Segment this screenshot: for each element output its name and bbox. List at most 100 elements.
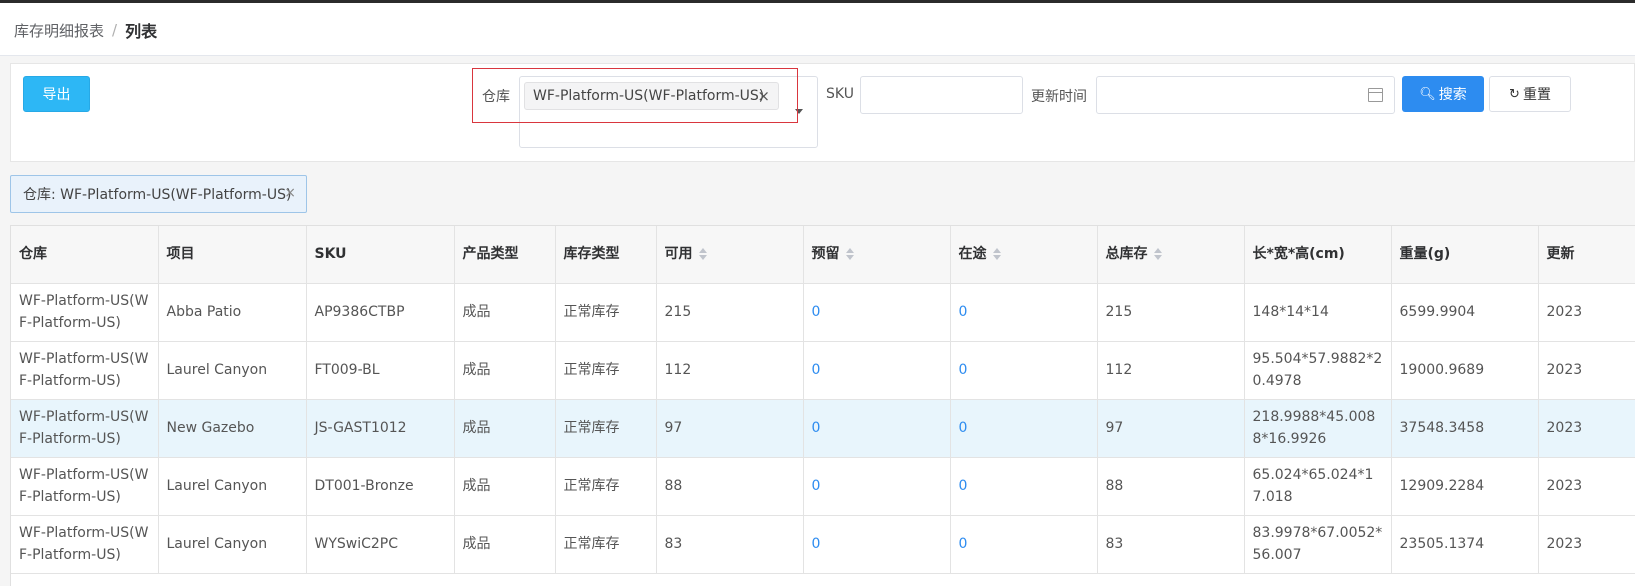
- cell-reserved-link[interactable]: 0: [803, 457, 951, 516]
- sort-icon[interactable]: [1153, 248, 1162, 261]
- column-header: 重量(g): [1391, 226, 1539, 284]
- column-header: 长*宽*高(cm): [1244, 226, 1392, 284]
- column-header: SKU: [306, 226, 455, 284]
- cell-sku: JS-GAST1012: [306, 399, 455, 458]
- cell-reserved-link[interactable]: 0: [803, 341, 951, 400]
- cell-total-stock: 97: [1097, 399, 1245, 458]
- window-top-border: [0, 0, 1635, 3]
- column-header: 库存类型: [555, 226, 657, 284]
- cell-in-transit-link[interactable]: 0: [950, 515, 1098, 574]
- column-header: 仓库: [11, 226, 159, 284]
- cell-warehouse: WF-Platform-US(WF-Platform-US): [11, 457, 159, 516]
- cell-weight: 23505.1374: [1391, 515, 1539, 574]
- column-header-sortable[interactable]: 可用: [656, 226, 804, 284]
- sort-icon[interactable]: [992, 248, 1001, 261]
- column-header-sortable[interactable]: 在途: [950, 226, 1098, 284]
- table-header-row: 仓库 项目 SKU 产品类型 库存类型 可用 预留 在途 总库存 长*宽*高(c…: [11, 226, 1635, 284]
- cell-available: 112: [656, 341, 804, 400]
- cell-stock-type: 正常库存: [555, 283, 657, 342]
- cell-available: 88: [656, 457, 804, 516]
- cell-sku: DT001-Bronze: [306, 457, 455, 516]
- cell-available: 83: [656, 515, 804, 574]
- cell-product-type: 成品: [454, 283, 556, 342]
- sort-icon[interactable]: [845, 248, 854, 261]
- close-icon[interactable]: ×: [284, 185, 296, 201]
- cell-warehouse: WF-Platform-US(WF-Platform-US): [11, 399, 159, 458]
- cell-reserved-link[interactable]: 0: [803, 399, 951, 458]
- cell-warehouse: WF-Platform-US(WF-Platform-US): [11, 283, 159, 342]
- cell-updated: 2023: [1538, 283, 1635, 342]
- update-time-input[interactable]: [1096, 76, 1395, 114]
- cell-total-stock: 83: [1097, 515, 1245, 574]
- reset-button-label: 重置: [1522, 87, 1551, 103]
- cell-available: 97: [656, 399, 804, 458]
- cell-in-transit-link[interactable]: 0: [950, 457, 1098, 516]
- column-header: 项目: [158, 226, 307, 284]
- table-row-hovered: WF-Platform-US(WF-Platform-US) New Gazeb…: [11, 399, 1635, 458]
- column-header: 产品类型: [454, 226, 556, 284]
- calendar-icon[interactable]: [1368, 88, 1383, 102]
- search-button[interactable]: 🔍︎ 搜索: [1402, 76, 1484, 112]
- cell-stock-type: 正常库存: [555, 399, 657, 458]
- cell-total-stock: 112: [1097, 341, 1245, 400]
- cell-stock-type: 正常库存: [555, 457, 657, 516]
- cell-product-type: 成品: [454, 457, 556, 516]
- cell-project: Laurel Canyon: [158, 515, 307, 574]
- cell-updated: 2023: [1538, 399, 1635, 458]
- cell-reserved-link[interactable]: 0: [803, 283, 951, 342]
- cell-reserved-link[interactable]: 0: [803, 515, 951, 574]
- cell-product-type: 成品: [454, 515, 556, 574]
- breadcrumb-separator: /: [112, 21, 118, 39]
- column-header-sortable[interactable]: 预留: [803, 226, 951, 284]
- sku-input[interactable]: [860, 76, 1023, 114]
- cell-project: New Gazebo: [158, 399, 307, 458]
- inventory-table: 仓库 项目 SKU 产品类型 库存类型 可用 预留 在途 总库存 长*宽*高(c…: [10, 225, 1635, 586]
- search-icon: 🔍︎: [1419, 86, 1436, 102]
- cell-project: Laurel Canyon: [158, 457, 307, 516]
- cell-dimensions: 83.9978*67.0052*56.007: [1244, 515, 1392, 574]
- cell-warehouse: WF-Platform-US(WF-Platform-US): [11, 341, 159, 400]
- cell-project: Laurel Canyon: [158, 341, 307, 400]
- table-row: WF-Platform-US(WF-Platform-US) Laurel Ca…: [11, 341, 1635, 400]
- cell-total-stock: 215: [1097, 283, 1245, 342]
- cell-dimensions: 148*14*14: [1244, 283, 1392, 342]
- reset-button[interactable]: ↻ 重置: [1489, 76, 1571, 112]
- active-filter-text: 仓库: WF-Platform-US(WF-Platform-US): [23, 187, 292, 203]
- cell-product-type: 成品: [454, 399, 556, 458]
- update-time-label: 更新时间: [1031, 89, 1087, 105]
- cell-weight: 6599.9904: [1391, 283, 1539, 342]
- annotation-highlight-box: [472, 68, 798, 123]
- cell-stock-type: 正常库存: [555, 341, 657, 400]
- active-filter-chip: 仓库: WF-Platform-US(WF-Platform-US) ×: [10, 175, 307, 213]
- cell-sku: WYSwiC2PC: [306, 515, 455, 574]
- cell-weight: 19000.9689: [1391, 341, 1539, 400]
- sort-icon[interactable]: [698, 248, 707, 261]
- cell-updated: 2023: [1538, 515, 1635, 574]
- cell-dimensions: 65.024*65.024*17.018: [1244, 457, 1392, 516]
- cell-available: 215: [656, 283, 804, 342]
- export-button[interactable]: 导出: [23, 76, 90, 112]
- cell-in-transit-link[interactable]: 0: [950, 341, 1098, 400]
- cell-updated: 2023: [1538, 341, 1635, 400]
- cell-updated: 2023: [1538, 457, 1635, 516]
- breadcrumb-parent[interactable]: 库存明细报表: [14, 20, 104, 41]
- cell-warehouse: WF-Platform-US(WF-Platform-US): [11, 515, 159, 574]
- table-row: WF-Platform-US(WF-Platform-US) Abba Pati…: [11, 283, 1635, 342]
- sku-label: SKU: [826, 86, 854, 102]
- cell-project: Abba Patio: [158, 283, 307, 342]
- table-row: WF-Platform-US(WF-Platform-US) Laurel Ca…: [11, 457, 1635, 516]
- cell-weight: 12909.2284: [1391, 457, 1539, 516]
- column-header-sortable[interactable]: 总库存: [1097, 226, 1245, 284]
- cell-in-transit-link[interactable]: 0: [950, 399, 1098, 458]
- cell-in-transit-link[interactable]: 0: [950, 283, 1098, 342]
- cell-sku: FT009-BL: [306, 341, 455, 400]
- cell-weight: 37548.3458: [1391, 399, 1539, 458]
- cell-sku: AP9386CTBP: [306, 283, 455, 342]
- cell-stock-type: 正常库存: [555, 515, 657, 574]
- cell-total-stock: 88: [1097, 457, 1245, 516]
- column-header: 更新: [1538, 226, 1635, 284]
- refresh-icon: ↻: [1509, 86, 1520, 102]
- cell-product-type: 成品: [454, 341, 556, 400]
- breadcrumb: 库存明细报表 / 列表: [14, 18, 157, 42]
- search-button-label: 搜索: [1438, 87, 1467, 103]
